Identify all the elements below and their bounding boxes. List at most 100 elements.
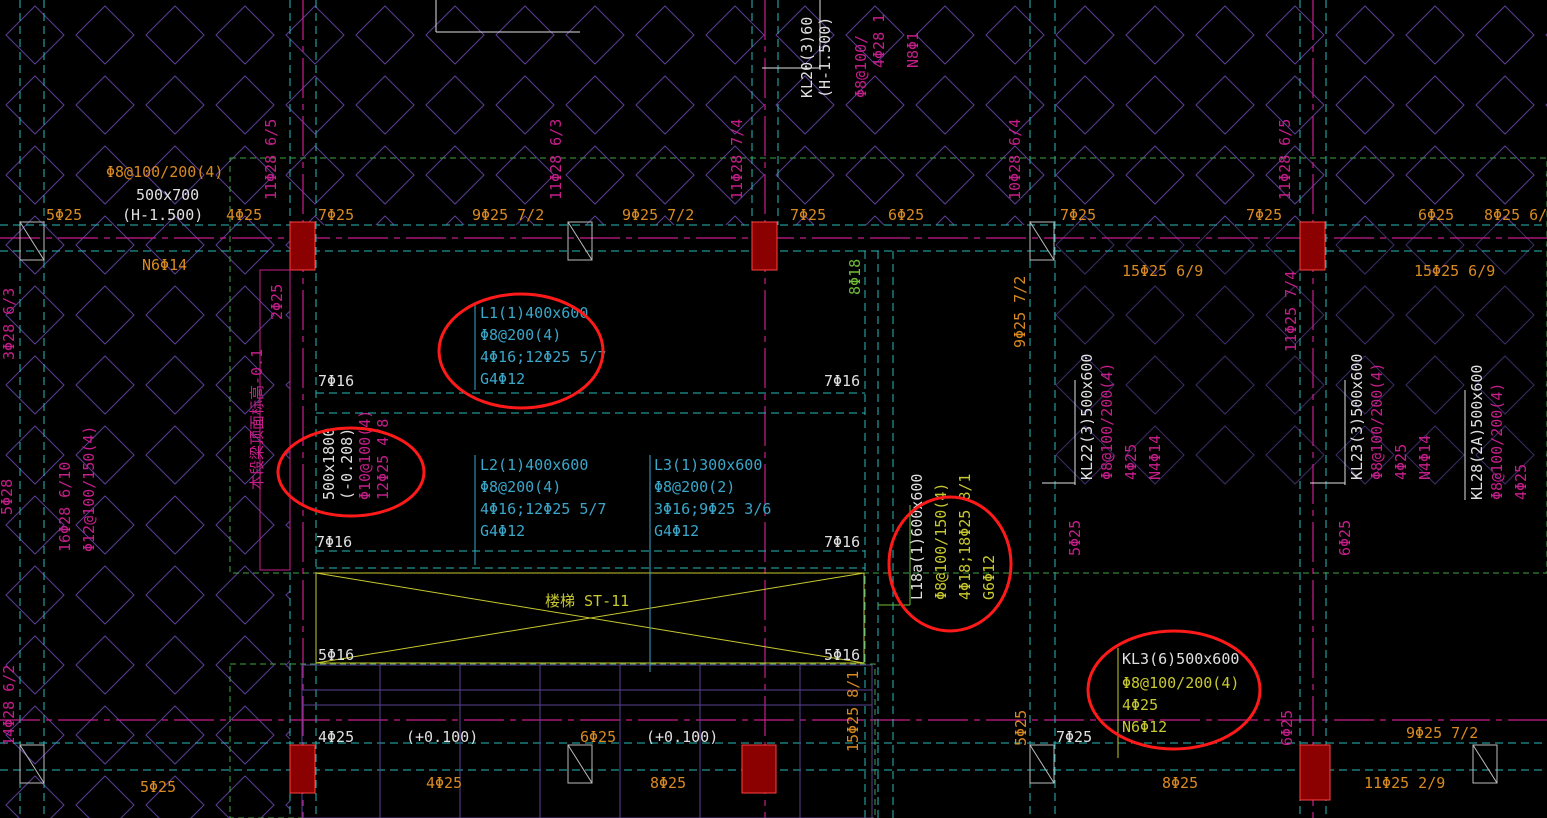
rebar-label: 8Φ25 6/2 [1484, 206, 1547, 224]
rebar-label: 15Φ25 6/9 [1122, 262, 1203, 280]
slab-bar-label: 5Φ16 [318, 646, 354, 664]
vertical-rebar-label: 10Φ28 6/4 [1006, 119, 1024, 200]
stair-label: 楼梯 ST-11 [545, 592, 629, 610]
beam-side-bar-text: N6Φ14 [142, 256, 187, 274]
l3-line: G4Φ12 [654, 522, 699, 540]
rebar-label: 4Φ25 [226, 206, 262, 224]
elevation-label: (+0.100) [406, 728, 478, 746]
kl3-line: 4Φ25 [1122, 696, 1158, 714]
stair-outline [315, 572, 865, 664]
l18a-label: L18a(1)600x600 Φ8@100/150(4) 4Φ18;18Φ25 … [908, 474, 998, 600]
vertical-rebar-label: 16Φ28 6/10 [56, 462, 74, 552]
vertical-rebar-label: Φ12@100/150(4) [80, 426, 98, 552]
vertical-rebar-label: 3Φ28 6/3 [0, 288, 18, 360]
beam-elevation-text: (H-1.500) [122, 206, 203, 224]
vertical-rebar-label: 11Φ28 6/5 [262, 119, 280, 200]
l18a-line: G6Φ12 [980, 555, 998, 600]
bottom-bar-labels: 5Φ25 4Φ25 8Φ25 8Φ25 11Φ25 2/9 [140, 774, 1445, 796]
kl20-line: Φ8@100/ [852, 35, 870, 98]
column [289, 744, 316, 794]
rebar-label: 7Φ25 [1056, 728, 1092, 746]
l2-label: L2(1)400x600 Φ8@200(4) 4Φ16;12Φ25 5/7 G4… [480, 456, 606, 540]
slab-bar-label: 7Φ16 [824, 533, 860, 551]
left-beam-line: (-0.208) [338, 428, 356, 500]
vertical-rebar-label: 11Φ28 6/5 [1276, 119, 1294, 200]
l2-line: 4Φ16;12Φ25 5/7 [480, 500, 606, 518]
vertical-rebar-label: 9Φ25 7/2 [1011, 276, 1029, 348]
l1-line: 4Φ16;12Φ25 5/7 [480, 348, 606, 366]
l2-line: Φ8@200(4) [480, 478, 561, 496]
rebar-label: 4Φ25 [318, 728, 354, 746]
kl28-line: KL28(2A)500x600 [1468, 365, 1486, 500]
l1-line: G4Φ12 [480, 370, 525, 388]
kl23-line: KL23(3)500x600 [1348, 354, 1366, 480]
rebar-label: 7Φ25 [318, 206, 354, 224]
kl28-line: 4Φ25 [1512, 464, 1530, 500]
structural-drawing-canvas: Φ8@100/200(4) 500x700 (H-1.500) N6Φ14 5Φ… [0, 0, 1547, 818]
slab-bar-label: 7Φ16 [318, 372, 354, 390]
left-vertical-label: 2Φ25 [268, 284, 286, 320]
vertical-rebar-label: 5Φ25 [1012, 710, 1030, 746]
slab-bar-labels: 7Φ16 7Φ16 7Φ16 7Φ16 5Φ16 5Φ16 [316, 372, 860, 664]
kl20-line: 4Φ28 1 [870, 14, 888, 68]
l18a-line: L18a(1)600x600 [908, 474, 926, 600]
rebar-label: 9Φ25 7/2 [622, 206, 694, 224]
rebar-label: 11Φ25 2/9 [1364, 774, 1445, 792]
kl22-line: 4Φ25 [1122, 444, 1140, 480]
vertical-rebar-label: 11Φ28 7/4 [728, 119, 746, 200]
rebar-label: 7Φ25 [790, 206, 826, 224]
rebar-label: 4Φ25 [426, 774, 462, 792]
vertical-rebar-label: 11Φ28 6/3 [547, 119, 565, 200]
elevation-label: (+0.100) [646, 728, 718, 746]
kl23-line: Φ8@100/200(4) [1368, 363, 1386, 480]
kl3-line: Φ8@100/200(4) [1122, 674, 1239, 692]
rebar-label: 6Φ25 [580, 728, 616, 746]
kl20-line: KL20(3)60 [798, 17, 816, 98]
kl23-line: 4Φ25 [1392, 444, 1410, 480]
slab-hatch-areas [0, 0, 1547, 818]
column [741, 744, 777, 794]
left-beam-line: Φ10@100(4) [356, 410, 374, 500]
l1-line: Φ8@200(4) [480, 326, 561, 344]
kl28-line: Φ8@100/200(4) [1488, 383, 1506, 500]
rebar-label: 5Φ25 [46, 206, 82, 224]
vertical-rebar-label: 5Φ25 [1066, 520, 1084, 556]
rebar-label: 9Φ25 7/2 [1406, 724, 1478, 742]
kl20-line: (H-1.500) [816, 17, 834, 98]
l3-line: L3(1)300x600 [654, 456, 762, 474]
left-beam-line: 500x1800 [320, 428, 338, 500]
vertical-rebar-label: 14Φ28 6/2 [0, 665, 18, 746]
rebar-label: 7Φ25 [1246, 206, 1282, 224]
column [1299, 744, 1331, 801]
column [1299, 221, 1326, 271]
l3-label: L3(1)300x600 Φ8@200(2) 3Φ16;9Φ25 3/6 G4Φ… [654, 456, 771, 540]
slab-bar-label: 7Φ16 [316, 533, 352, 551]
rebar-label: 15Φ25 6/9 [1414, 262, 1495, 280]
l2-line: L2(1)400x600 [480, 456, 588, 474]
rebar-label: 8Φ25 [650, 774, 686, 792]
l2-line: G4Φ12 [480, 522, 525, 540]
slab-bar-label: 7Φ16 [824, 372, 860, 390]
kl3-line: KL3(6)500x600 [1122, 650, 1239, 668]
kl22-line: Φ8@100/200(4) [1098, 363, 1116, 480]
vertical-rebar-label: 6Φ25 [1336, 520, 1354, 556]
rebar-label: 9Φ25 7/2 [472, 206, 544, 224]
l3-line: Φ8@200(2) [654, 478, 735, 496]
vertical-rebar-label: 5Φ28 [0, 479, 16, 515]
rebar-label: 7Φ25 [1060, 206, 1096, 224]
kl3-line: N6Φ12 [1122, 718, 1167, 736]
kl3-label: KL3(6)500x600 Φ8@100/200(4) 4Φ25 N6Φ12 [1122, 650, 1239, 736]
column [751, 221, 778, 271]
rebar-label: 6Φ25 [888, 206, 924, 224]
kl22-line: N4Φ14 [1146, 435, 1164, 480]
kl23-line: N4Φ14 [1416, 435, 1434, 480]
vertical-rebar-label: 11Φ25 7/4 [1282, 271, 1300, 352]
l18a-line: 4Φ18;18Φ25 8/1 [956, 474, 974, 600]
left-vertical-label: 本段梁顶面标高-0.1 [248, 349, 266, 490]
beam-size-text: 500x700 [136, 186, 199, 204]
kl20-line: N8Φ1 [904, 32, 922, 68]
rebar-label: 5Φ25 [140, 778, 176, 796]
vertical-rebar-label: 15Φ25 8/1 [844, 671, 862, 752]
beam-stirrup-text: Φ8@100/200(4) [106, 163, 223, 181]
vertical-rebar-label: 6Φ25 [1278, 710, 1296, 746]
